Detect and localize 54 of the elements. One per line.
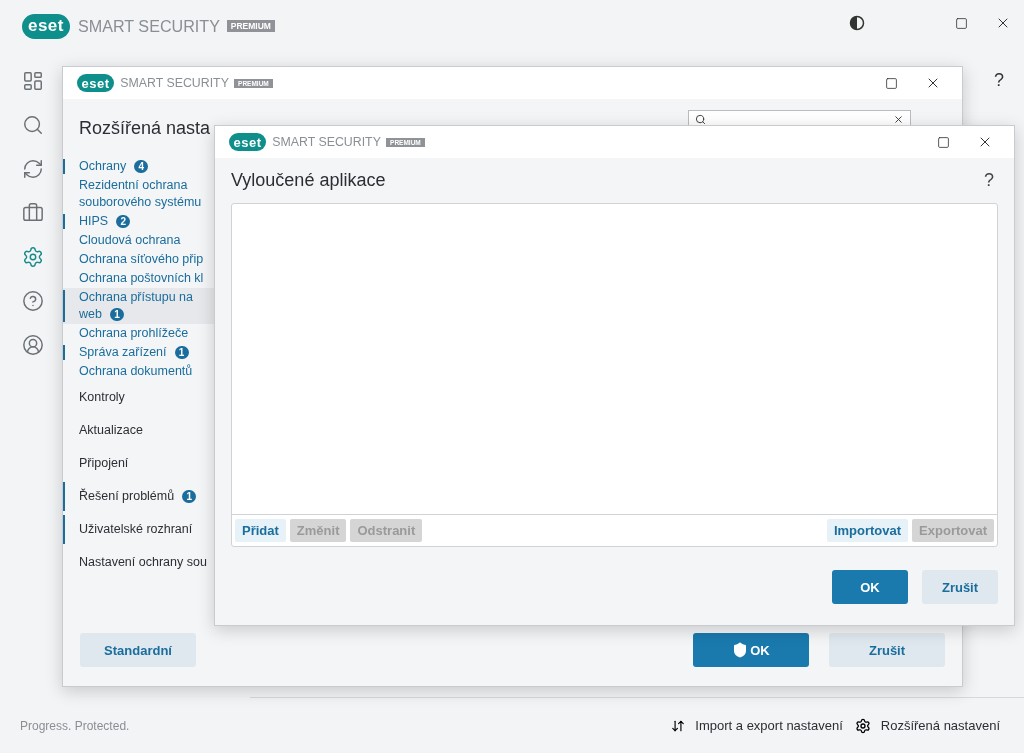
settings-icon[interactable] — [22, 246, 44, 268]
settings-nav-item[interactable]: Ochrana přístupu na web 1 — [63, 288, 215, 324]
maximize-icon[interactable] — [954, 16, 968, 30]
cancel-button[interactable]: Zrušit — [829, 633, 945, 667]
eset-logo: eset — [77, 73, 115, 93]
dialog-title: Rozšířená nasta — [79, 117, 211, 139]
maximize-icon[interactable] — [936, 135, 950, 149]
settings-nav-item[interactable]: Ochrany 4 — [63, 157, 215, 176]
settings-nav-item[interactable]: Řešení problémů 1 — [63, 480, 215, 513]
eset-logo: eset — [229, 132, 267, 152]
settings-nav-item[interactable]: Kontroly — [63, 381, 215, 414]
search-icon — [695, 114, 706, 125]
settings-nav-item[interactable]: Ochrana prohlížeče — [63, 324, 215, 343]
settings-nav-item[interactable]: HIPS 2 — [63, 212, 215, 231]
search-field[interactable] — [688, 110, 911, 125]
settings-nav-item[interactable]: Správa zařízení 1 — [63, 343, 215, 362]
edition-badge: PREMIUM — [226, 20, 275, 33]
settings-nav-item[interactable]: Připojení — [63, 447, 215, 480]
shield-icon — [732, 642, 749, 658]
settings-nav-item[interactable]: Aktualizace — [63, 414, 215, 447]
user-icon[interactable] — [22, 334, 44, 356]
help-icon[interactable] — [22, 290, 44, 312]
clear-icon[interactable] — [893, 114, 904, 125]
settings-nav-item[interactable]: Nastavení ochrany sou — [63, 546, 215, 579]
settings-nav-item[interactable]: Ochrana síťového přip — [63, 250, 215, 269]
product-name: SMART SECURITY — [77, 16, 220, 36]
gear-icon[interactable] — [854, 717, 871, 734]
settings-nav-item[interactable]: Ochrana dokumentů — [63, 362, 215, 381]
toolbar-button[interactable]: Importovat — [826, 519, 909, 542]
help-button[interactable]: ? — [994, 70, 1004, 91]
dialog-title: Vyloučené aplikace — [231, 170, 386, 191]
toolbar-button[interactable]: Přidat — [235, 519, 286, 542]
help-button[interactable]: ? — [984, 170, 994, 191]
search-icon[interactable] — [22, 114, 44, 136]
product-name: SMART SECURITY — [120, 76, 229, 90]
settings-nav-item[interactable]: Cloudová ochrana — [63, 231, 215, 250]
refresh-icon[interactable] — [22, 158, 44, 180]
arrows-icon[interactable] — [671, 718, 686, 733]
ok-button[interactable]: OK — [832, 570, 908, 604]
maximize-icon[interactable] — [884, 76, 898, 90]
ok-button[interactable]: OK — [693, 633, 809, 667]
settings-nav-item[interactable]: Rezidentní ochrana souborového systému — [63, 176, 215, 212]
dashboard-icon[interactable] — [22, 70, 44, 92]
import-export-link[interactable]: Import a export nastavení — [695, 718, 843, 733]
advanced-settings-link[interactable]: Rozšířená nastavení — [880, 718, 1000, 733]
settings-nav-item[interactable]: Uživatelské rozhraní — [63, 513, 215, 546]
cancel-button[interactable]: Zrušit — [922, 570, 998, 604]
briefcase-icon[interactable] — [22, 202, 44, 224]
default-button[interactable]: Standardní — [80, 633, 196, 667]
settings-nav-item[interactable]: Ochrana poštovních kl — [63, 269, 215, 288]
product-name: SMART SECURITY — [272, 135, 381, 149]
eset-logo: eset — [22, 14, 70, 39]
slogan: Progress. Protected. — [20, 719, 130, 733]
contrast-icon[interactable] — [848, 14, 866, 32]
